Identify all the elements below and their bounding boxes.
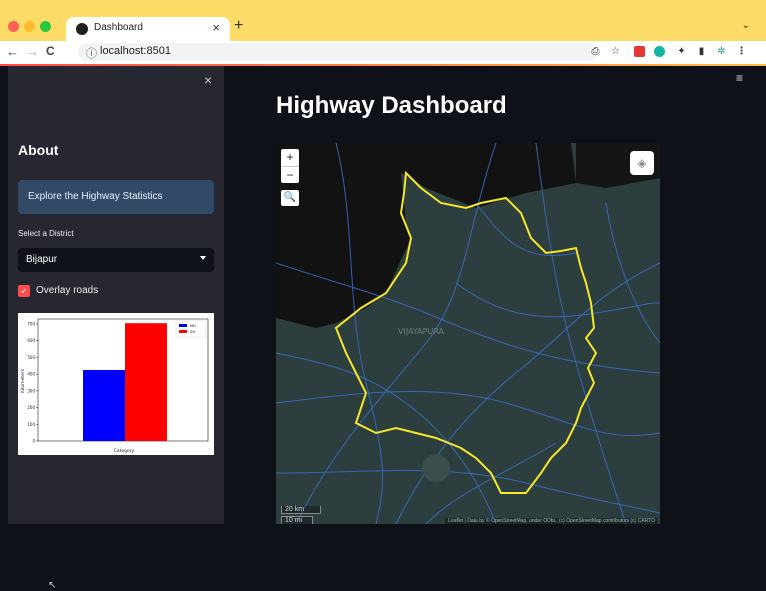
back-icon[interactable]: ← [6,44,19,59]
chart-y-tick-label: 400 [27,372,35,377]
side-panel-icon[interactable]: ▮ [696,46,707,57]
browser-menu-icon[interactable]: ⋮ [736,46,747,57]
chevron-down-icon [200,256,206,260]
new-tab-button[interactable]: + [234,17,243,35]
page-title: Highway Dashboard [276,92,507,119]
browser-titlebar: Dashboard × + ⌄ [0,0,766,41]
info-box: Explore the Highway Statistics [18,180,214,214]
chart-y-tick-label: 700 [27,322,35,327]
bar-chart-svg: 0 100 200 300 400 500 600 700 NHSH Category Kil… [20,318,209,454]
tab-search-icon[interactable]: ⌄ [742,20,750,31]
url-text: localhost:8501 [100,45,171,57]
info-box-text: Explore the Highway Statistics [28,191,163,202]
layers-icon[interactable]: ◈ [630,151,654,175]
chart-legend-label: SH [190,329,195,334]
bookmark-star-icon[interactable]: ☆ [610,46,621,57]
window-close-button[interactable] [8,21,19,32]
chart-legend-swatch [179,330,187,333]
site-info-icon[interactable]: ⓘ [86,45,97,61]
district-select-label: Select a District [18,229,74,238]
chart-y-tick-label: 100 [27,422,35,427]
reload-icon[interactable]: C [46,44,55,58]
chart-bar-nh [83,369,125,441]
sidebar-about-title: About [18,142,59,158]
map-scale-mi: 10 mi [281,516,314,524]
chart-y-tick-label: 600 [27,338,35,343]
sidebar-close-icon[interactable]: × [204,72,212,88]
map-scale-km: 20 km [281,506,322,514]
map-attribution[interactable]: Leaflet | Data by © OpenStreetMap, under… [445,518,658,524]
streamlit-favicon-icon [76,23,88,35]
browser-tab[interactable]: Dashboard × [66,17,230,41]
chart-y-axis-label: Kilometers [20,368,26,393]
highway-bar-chart: 0 100 200 300 400 500 600 700 NH SH Category Kil… [18,313,214,455]
forward-icon[interactable]: → [26,44,39,59]
chart-legend-label: NH [190,323,196,328]
map-canvas[interactable]: VIJAYAPURA [276,143,660,524]
sidebar: × About Explore the Highway Statistics S… [8,66,224,591]
tab-close-icon[interactable]: × [212,20,220,35]
zoom-in-button[interactable]: + [281,149,299,167]
zoom-out-button[interactable]: − [281,167,299,184]
chart-bar-sh [125,323,167,441]
map-search-icon[interactable]: 🔍 [281,190,299,206]
browser-toolbar: ← → C ⓘ localhost:8501 ⎙ ☆ ✦ ▮ ✲ ⋮ [0,41,766,65]
tab-title: Dashboard [94,22,143,33]
mouse-cursor-icon: ↖ [48,580,57,591]
chart-y-tick-label: 0 [32,439,35,444]
chart-legend-swatch [179,324,187,327]
district-select-value: Bijapur [26,254,58,265]
map-zoom-control: + − [281,149,299,183]
share-icon[interactable]: ⎙ [590,46,601,57]
extension-green-icon[interactable] [654,46,665,57]
district-select[interactable]: Bijapur [18,248,214,272]
window-minimize-button[interactable] [24,21,35,32]
town-area [422,454,450,482]
overlay-roads-checkbox[interactable]: ✓ [18,285,30,297]
address-bar[interactable]: ⓘ localhost:8501 [78,43,598,61]
extension-red-icon[interactable] [634,46,645,57]
extension-flower-icon[interactable]: ✲ [716,46,727,57]
window-maximize-button[interactable] [40,21,51,32]
chart-y-tick-label: 500 [27,355,35,360]
map-district-label: VIJAYAPURA [398,327,445,336]
chart-y-tick-label: 200 [27,405,35,410]
district-map[interactable]: VIJAYAPURA + − 🔍 ◈ 20 km 10 mi Leaflet |… [276,143,660,524]
extensions-puzzle-icon[interactable]: ✦ [676,46,687,57]
chart-x-axis-label: Category [114,448,135,454]
main-menu-icon[interactable]: ≡ [736,71,743,85]
chart-y-tick-label: 300 [27,388,35,393]
overlay-roads-label[interactable]: Overlay roads [36,285,98,296]
